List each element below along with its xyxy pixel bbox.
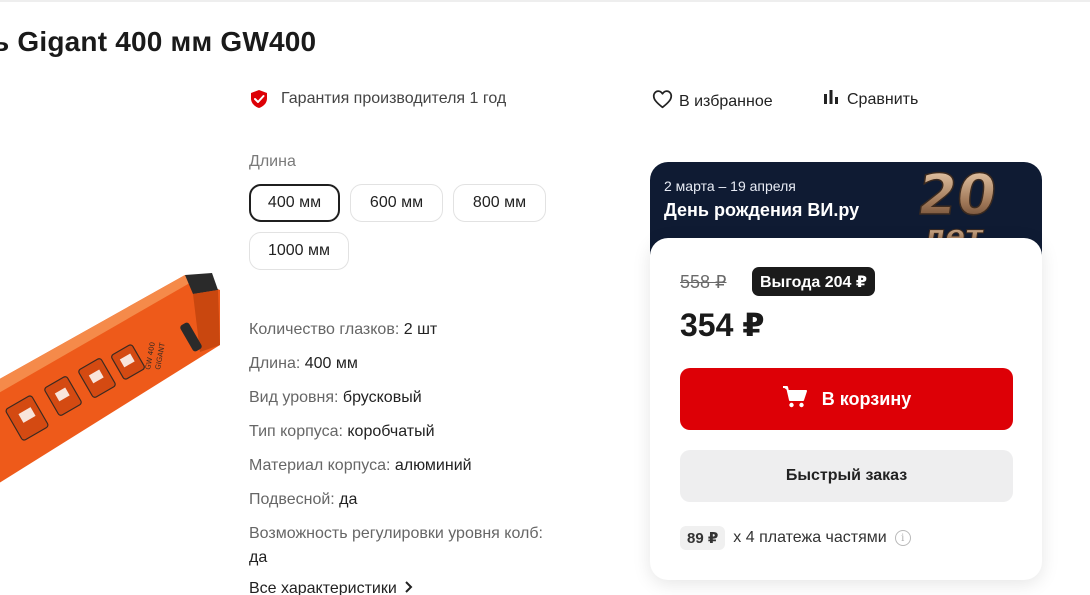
info-icon[interactable]: i [894,530,911,546]
spec-row: Возможность регулировки уровня колб: да [249,522,559,570]
cart-icon [782,385,808,414]
spec-name: Материал корпуса: [249,457,391,474]
add-to-favorites-button[interactable]: В избранное [652,89,773,114]
all-specs-label: Все характеристики [249,580,397,595]
spec-name: Возможность регулировки уровня колб: [249,525,543,542]
spec-value: да [339,491,358,508]
chevron-right-icon [403,580,413,595]
installment-text: x 4 платежа частями [733,529,887,546]
benefit-badge: Выгода 204 ₽ [752,267,876,296]
length-option-400[interactable]: 400 мм [249,184,340,222]
top-divider [0,0,1090,2]
bar-chart-icon [823,89,839,110]
spec-name: Подвесной: [249,491,335,508]
promo-dates: 2 марта – 19 апреля [664,178,796,194]
spec-row: Подвесной: да [249,488,559,512]
spec-name: Длина: [249,355,301,372]
old-price: 558 ₽ [680,272,727,292]
all-specs-link[interactable]: Все характеристики [249,580,413,595]
length-option-1000[interactable]: 1000 мм [249,232,349,270]
spec-value: брусковый [342,389,422,406]
spec-value: алюминий [394,457,472,474]
compare-label: Сравнить [847,90,919,108]
spec-row: Тип корпуса: коробчатый [249,420,559,444]
shield-check-icon [249,89,269,109]
add-to-cart-label: В корзину [821,388,912,409]
spec-row: Материал корпуса: алюминий [249,454,559,478]
installment-amount: 89 ₽ [680,526,726,550]
favorites-label: В избранное [679,92,773,110]
spec-row: Количество глазков: 2 шт [249,318,559,342]
spec-name: Тип корпуса: [249,423,343,440]
heart-icon [652,89,673,114]
spec-value: коробчатый [347,423,435,440]
spec-value: да [249,549,268,566]
product-image[interactable]: GW 400 GIGANT [0,270,230,500]
spec-value: 2 шт [403,321,438,338]
spec-row: Вид уровня: брусковый [249,386,559,410]
length-option-600[interactable]: 600 мм [350,184,443,222]
quick-order-button[interactable]: Быстрый заказ [680,450,1013,502]
add-to-cart-button[interactable]: В корзину [680,368,1013,430]
spec-name: Количество глазков: [249,321,400,338]
guarantee-text: Гарантия производителя 1 год [281,90,507,107]
length-option-800[interactable]: 800 мм [453,184,546,222]
current-price: 354 ₽ [680,307,765,343]
spec-value: 400 мм [304,355,358,372]
manufacturer-guarantee: Гарантия производителя 1 год [249,89,506,109]
promo-title: День рождения ВИ.ру [664,200,860,220]
level-tool-illustration: GW 400 GIGANT [0,273,220,483]
product-title: ь Gigant 400 мм GW400 [0,26,317,57]
price-card: 558 ₽ Выгода 204 ₽ 354 ₽ В корзину Быстр… [650,238,1042,580]
compare-button[interactable]: Сравнить [823,89,918,110]
spec-name: Вид уровня: [249,389,339,406]
spec-row: Длина: 400 мм [249,352,559,376]
installment-info[interactable]: 89 ₽ x 4 платежа частями i [680,526,911,550]
specs-list: Количество глазков: 2 шт Длина: 400 мм В… [249,318,559,580]
length-label: Длина [249,153,296,170]
